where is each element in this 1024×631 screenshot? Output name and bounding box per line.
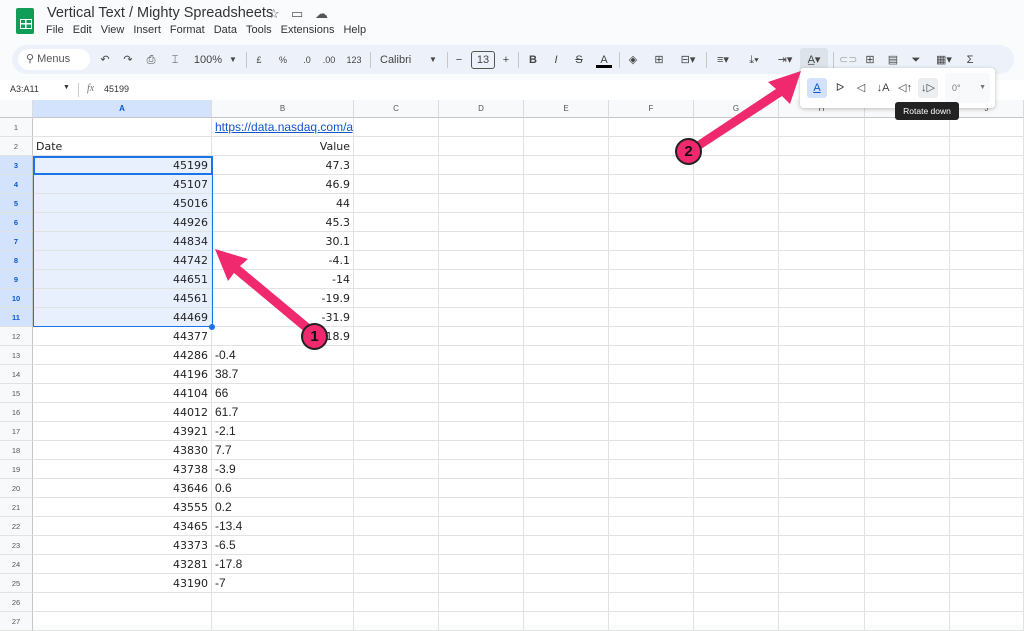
arrow-2 bbox=[690, 71, 801, 153]
annotation-badge-2: 2 bbox=[675, 138, 702, 165]
annotation-arrows bbox=[215, 71, 801, 338]
arrow-1 bbox=[215, 249, 318, 338]
annotation-badge-1: 1 bbox=[301, 323, 328, 350]
